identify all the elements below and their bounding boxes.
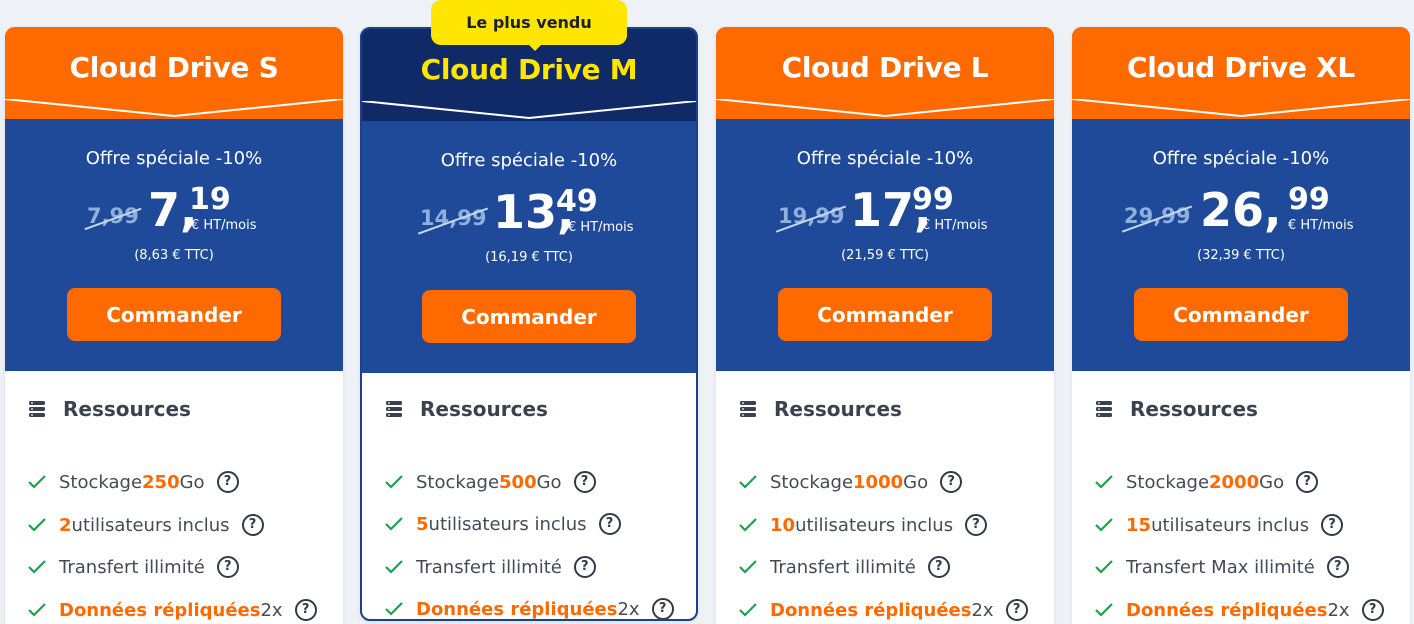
feature-transfer: Transfert illimité ?: [738, 556, 950, 578]
feature-transfer: Transfert illimité ?: [27, 556, 239, 578]
price-unit: € HT/mois: [568, 220, 634, 235]
special-offer-text: Offre spéciale -10%: [1152, 148, 1330, 169]
check-icon: [28, 518, 46, 532]
plan-card-m: Cloud Drive M Offre spéciale -10% 14,99 …: [360, 27, 698, 621]
order-button[interactable]: Commander: [422, 290, 636, 343]
question-circle-icon[interactable]: ?: [927, 556, 950, 578]
price-ttc: (21,59 € TTC): [841, 248, 929, 263]
plan-card-s: Cloud Drive S Offre spéciale -10% 7,99 7…: [5, 27, 343, 624]
question-circle-icon[interactable]: ?: [1005, 599, 1028, 621]
price-decimals: 99: [912, 182, 954, 217]
price-integer: 26,: [1200, 183, 1282, 237]
question-circle-icon[interactable]: ?: [1361, 599, 1384, 621]
question-circle-icon[interactable]: ?: [940, 471, 963, 493]
price-block: 29,99 26, 99 € HT/mois: [1072, 182, 1410, 238]
order-button[interactable]: Commander: [67, 288, 281, 341]
feature-replication: Données répliquées 2x ?: [384, 598, 674, 619]
price-decimals: 19: [189, 182, 231, 217]
feature-users: 15 utilisateurs inclus ?: [1094, 514, 1344, 536]
question-circle-icon[interactable]: ?: [1326, 556, 1349, 578]
order-button[interactable]: Commander: [778, 288, 992, 341]
resources-heading: Ressources: [738, 397, 902, 421]
server-stack-icon: [740, 401, 756, 417]
price-unit: € HT/mois: [922, 218, 988, 233]
price-ttc: (16,19 € TTC): [485, 250, 573, 265]
feature-transfer: Transfert illimité ?: [384, 556, 596, 578]
check-icon: [1095, 603, 1113, 617]
price-block: 19,99 17, 99 € HT/mois: [716, 182, 1054, 238]
best-seller-badge: Le plus vendu: [431, 0, 627, 45]
feature-storage: Stockage 500 Go ?: [384, 471, 596, 493]
price-block: 14,99 13, 49 € HT/mois: [362, 184, 696, 240]
plan-title: Cloud Drive S: [69, 51, 279, 84]
feature-transfer: Transfert Max illimité ?: [1094, 556, 1349, 578]
price-block: 7,99 7, 19 € HT/mois: [5, 182, 343, 238]
old-price: 29,99: [1121, 204, 1193, 233]
question-circle-icon[interactable]: ?: [573, 471, 596, 493]
price-decimals: 99: [1288, 182, 1330, 217]
price-unit: € HT/mois: [1288, 218, 1354, 233]
resources-heading: Ressources: [1094, 397, 1258, 421]
feature-storage: Stockage 2000 Go ?: [1094, 471, 1319, 493]
check-icon: [739, 603, 757, 617]
check-icon: [1095, 560, 1113, 574]
check-icon: [385, 560, 403, 574]
special-offer-text: Offre spéciale -10%: [440, 150, 618, 171]
question-circle-icon[interactable]: ?: [965, 514, 988, 536]
check-icon: [739, 518, 757, 532]
check-icon: [385, 602, 403, 616]
order-button[interactable]: Commander: [1134, 288, 1348, 341]
check-icon: [739, 560, 757, 574]
check-icon: [385, 517, 403, 531]
resources-heading: Ressources: [27, 397, 191, 421]
server-stack-icon: [1096, 401, 1112, 417]
feature-storage: Stockage 250 Go ?: [27, 471, 239, 493]
check-icon: [28, 475, 46, 489]
price-ttc: (8,63 € TTC): [134, 248, 214, 263]
question-circle-icon[interactable]: ?: [598, 513, 621, 535]
plan-title: Cloud Drive M: [420, 53, 638, 86]
old-price: 14,99: [417, 206, 489, 235]
badge-pointer: [528, 44, 542, 51]
question-circle-icon[interactable]: ?: [216, 471, 239, 493]
feature-users: 5 utilisateurs inclus ?: [384, 513, 621, 535]
old-price: 7,99: [84, 204, 142, 231]
plan-card-xl: Cloud Drive XL Offre spéciale -10% 29,99…: [1072, 27, 1410, 624]
special-offer-text: Offre spéciale -10%: [796, 148, 974, 169]
plan-title: Cloud Drive XL: [1127, 51, 1355, 84]
plan-header: Cloud Drive S: [5, 27, 343, 119]
question-circle-icon[interactable]: ?: [651, 598, 674, 619]
resources-heading: Ressources: [384, 397, 548, 421]
special-offer-text: Offre spéciale -10%: [85, 148, 263, 169]
check-icon: [28, 603, 46, 617]
check-icon: [1095, 475, 1113, 489]
plan-card-l: Cloud Drive L Offre spéciale -10% 19,99 …: [716, 27, 1054, 624]
check-icon: [1095, 518, 1113, 532]
check-icon: [28, 560, 46, 574]
check-icon: [385, 475, 403, 489]
feature-replication: Données répliquées 2x ?: [738, 599, 1028, 621]
server-stack-icon: [386, 401, 402, 417]
question-circle-icon[interactable]: ?: [241, 514, 264, 536]
price-unit: € HT/mois: [191, 218, 257, 233]
plan-header: Cloud Drive L: [716, 27, 1054, 119]
feature-replication: Données répliquées 2x ?: [27, 599, 317, 621]
price-decimals: 49: [556, 184, 598, 219]
question-circle-icon[interactable]: ?: [294, 599, 317, 621]
old-price: 19,99: [775, 204, 847, 233]
question-circle-icon[interactable]: ?: [216, 556, 239, 578]
feature-storage: Stockage 1000 Go ?: [738, 471, 963, 493]
plan-title: Cloud Drive L: [781, 51, 989, 84]
question-circle-icon[interactable]: ?: [1321, 514, 1344, 536]
feature-replication: Données répliquées 2x ?: [1094, 599, 1384, 621]
question-circle-icon[interactable]: ?: [573, 556, 596, 578]
question-circle-icon[interactable]: ?: [1296, 471, 1319, 493]
plan-header: Cloud Drive XL: [1072, 27, 1410, 119]
server-stack-icon: [29, 401, 45, 417]
feature-users: 10 utilisateurs inclus ?: [738, 514, 988, 536]
price-ttc: (32,39 € TTC): [1197, 248, 1285, 263]
check-icon: [739, 475, 757, 489]
feature-users: 2 utilisateurs inclus ?: [27, 514, 264, 536]
